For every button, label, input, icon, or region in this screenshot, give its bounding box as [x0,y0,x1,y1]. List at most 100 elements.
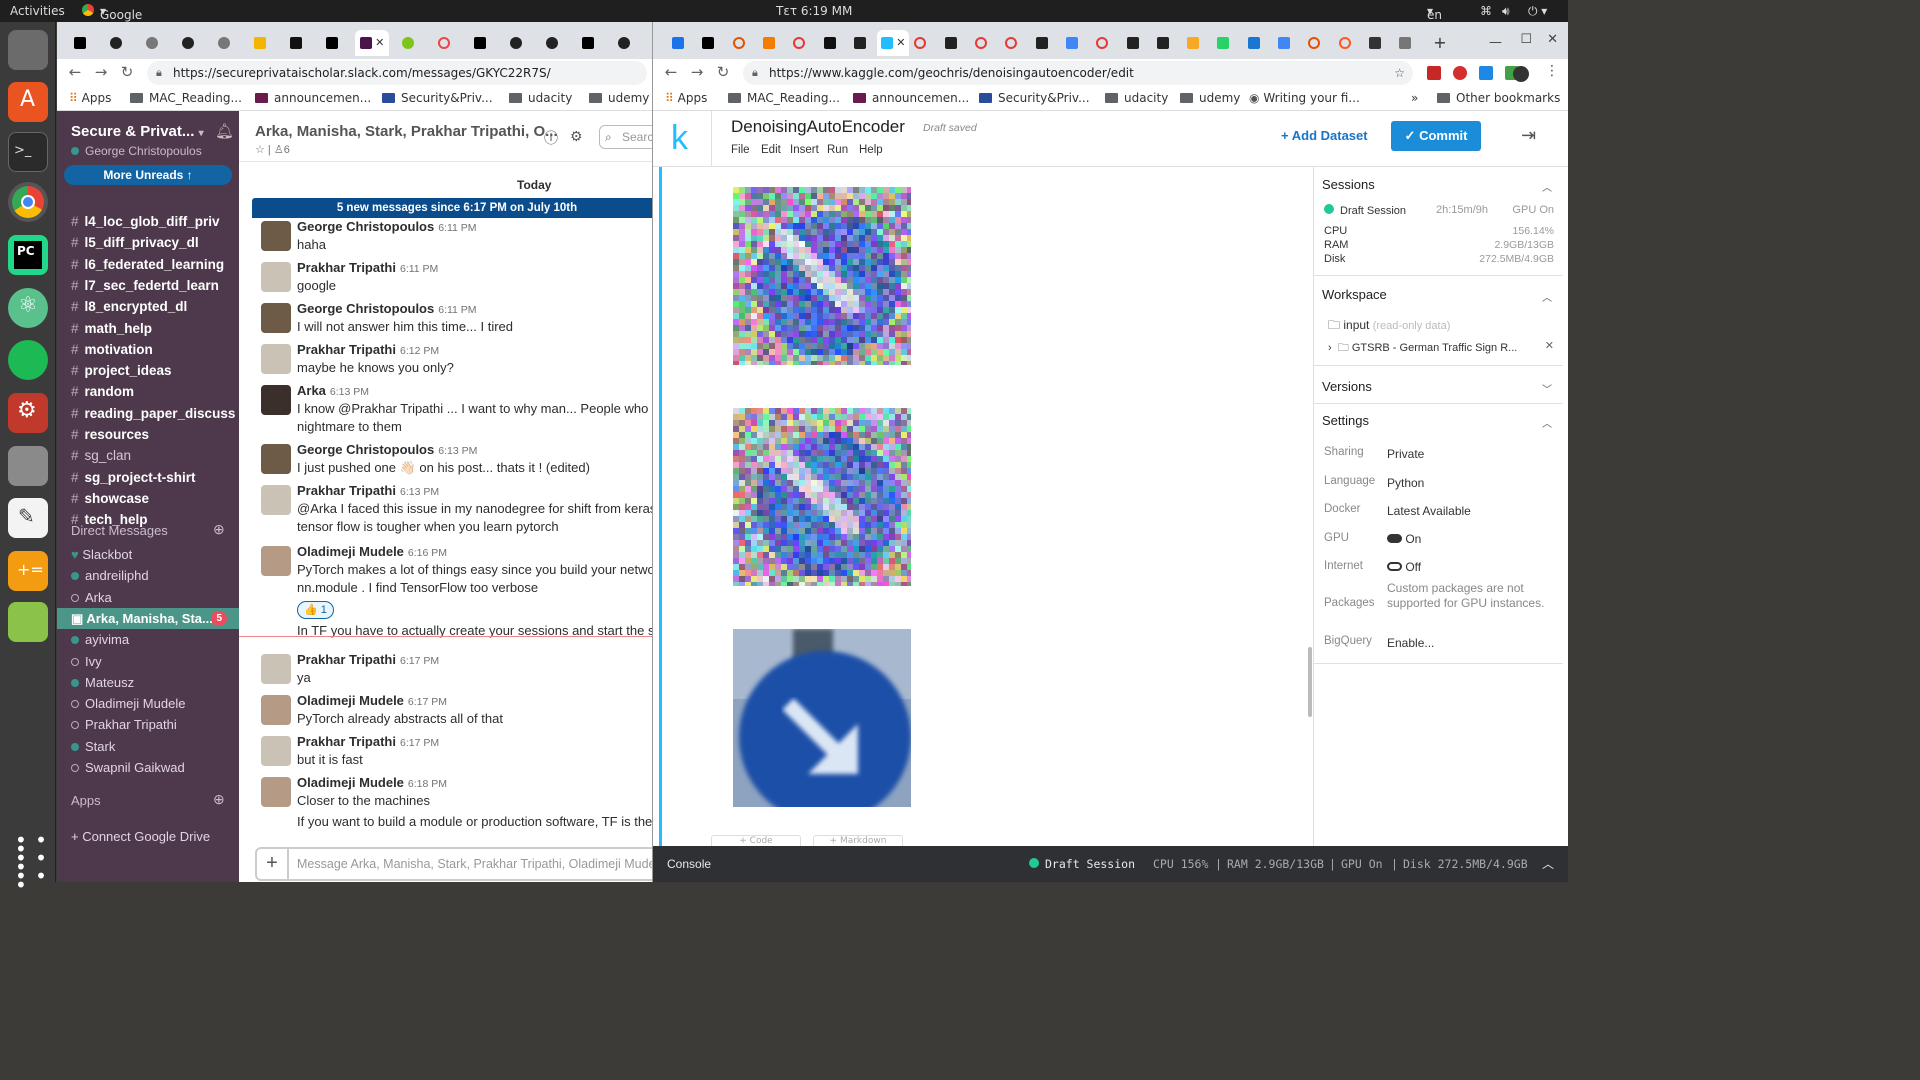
settings-header[interactable]: Settings [1322,413,1369,428]
bookmark-apps[interactable]: ⠿ Apps [665,91,707,105]
message-composer[interactable]: + Message Arka, Manisha, Stark, Prakhar … [255,847,652,881]
chevron-up-icon[interactable]: ︿ [1542,179,1552,194]
reload-icon[interactable]: ↻ [117,63,137,81]
avatar[interactable] [261,654,291,684]
tab-medium[interactable] [319,30,345,56]
channel-item[interactable]: # random [57,381,239,402]
author-name[interactable]: Prakhar Tripathi [297,734,396,749]
message-time[interactable]: 6:11 PM [438,304,476,316]
browser-tab[interactable] [1392,30,1418,56]
tab-lightning[interactable] [247,30,273,56]
minimize-icon[interactable]: — [1489,35,1502,50]
gpu-toggle[interactable]: On [1387,532,1421,546]
software-center-icon[interactable]: A [8,82,48,122]
adblock-icon[interactable] [1453,66,1467,80]
chevron-up-icon[interactable]: ︿ [1542,855,1554,872]
profile-avatar[interactable] [1513,66,1529,82]
author-name[interactable]: Prakhar Tripathi [297,342,396,357]
connect-google-drive-link[interactable]: + Connect Google Drive [71,829,210,844]
pycharm-icon[interactable]: PC [8,235,48,275]
dm-item[interactable]: ♥ Slackbot [57,544,239,565]
bell-icon[interactable]: 🔔︎ [215,122,234,140]
apps-grid-icon[interactable]: • • • • • • • • • [8,830,48,895]
chevron-down-icon[interactable]: ﹀ [1542,381,1552,396]
browser-tab[interactable] [786,30,812,56]
dm-item[interactable]: Stark [57,736,239,757]
tab-github[interactable] [503,30,529,56]
browser-tab[interactable] [1089,30,1115,56]
image-viewer-icon[interactable] [8,602,48,642]
bookmark-udacity[interactable]: udacity [509,91,572,105]
disk-icon[interactable] [8,446,48,486]
browser-tab[interactable] [1271,30,1297,56]
bigquery-enable-link[interactable]: Enable... [1387,636,1434,650]
author-name[interactable]: George Christopoulos [297,442,434,457]
add-dataset-button[interactable]: + Add Dataset [1281,128,1368,143]
author-name[interactable]: Oladimeji Mudele [297,775,404,790]
avatar[interactable] [261,385,291,415]
bookmark-udacity[interactable]: udacity [1105,91,1168,105]
attach-plus-icon[interactable]: + [257,849,289,879]
bookmark-folder[interactable]: MAC_Reading... [130,91,242,105]
browser-tab[interactable] [1210,30,1236,56]
browser-tab[interactable] [1059,30,1085,56]
console-bar[interactable]: Console Draft Session CPU 156% | RAM 2.9… [653,846,1568,882]
sharing-value[interactable]: Private [1387,447,1424,461]
message-time[interactable]: 6:13 PM [330,386,369,398]
gear-icon[interactable]: ⚙ [570,128,583,145]
atom-icon[interactable]: ⚛ [8,288,48,328]
author-name[interactable]: Oladimeji Mudele [297,544,404,559]
search-input[interactable]: ⌕Search [599,125,652,149]
close-window-icon[interactable]: ✕ [1547,32,1558,47]
members-icon[interactable]: ♙ [274,144,284,156]
console-label[interactable]: Console [667,857,711,871]
spotify-icon[interactable] [8,340,48,380]
avatar[interactable] [261,485,291,515]
message-author[interactable]: Oladimeji Mudele 6:17 PM [297,693,447,708]
dm-item[interactable]: Swapnil Gaikwad [57,757,239,778]
message-author[interactable]: Prakhar Tripathi 6:17 PM [297,652,439,667]
author-name[interactable]: Prakhar Tripathi [297,483,396,498]
chevron-up-icon[interactable]: ︿ [1542,415,1552,430]
message-time[interactable]: 6:11 PM [438,222,476,234]
tab-green[interactable] [395,30,421,56]
avatar[interactable] [261,695,291,725]
browser-tab[interactable] [726,30,752,56]
input-folder[interactable]: 🗀︎ input (read-only data) [1328,316,1450,337]
tab-medium[interactable] [67,30,93,56]
menu-edit[interactable]: Edit [761,144,781,156]
versions-header[interactable]: Versions [1322,379,1372,394]
dm-item[interactable]: Oladimeji Mudele [57,693,239,714]
message-author[interactable]: George Christopoulos 6:11 PM [297,301,477,316]
message-author[interactable]: Prakhar Tripathi 6:12 PM [297,342,439,357]
message-author[interactable]: Prakhar Tripathi 6:13 PM [297,483,439,498]
browser-tab[interactable] [695,30,721,56]
author-name[interactable]: Oladimeji Mudele [297,693,404,708]
bookmark-apps[interactable]: ⠿ Apps [69,91,111,105]
channel-item[interactable]: # motivation [57,339,239,360]
internet-toggle[interactable]: Off [1387,560,1421,574]
forward-icon[interactable]: → [687,63,707,81]
kaggle-logo[interactable]: k [671,119,688,158]
settings-icon[interactable]: ⚙ [8,393,48,433]
extension-icon[interactable] [1427,66,1441,80]
apps-header[interactable]: Apps [71,793,101,808]
clock[interactable]: Τετ 6:19 ΜΜ [776,4,852,18]
dm-item[interactable]: Ivy [57,651,239,672]
kernel-title[interactable]: DenoisingAutoEncoder [731,117,905,137]
bookmark-udemy[interactable]: udemy [1180,91,1240,105]
tab-medium[interactable] [575,30,601,56]
tab-opera[interactable] [431,30,457,56]
channel-item[interactable]: # project_ideas [57,360,239,381]
other-bookmarks[interactable]: Other bookmarks [1437,91,1560,105]
dm-item[interactable]: ▣ Arka, Manisha, Sta... 5 [57,607,239,629]
back-icon[interactable]: ← [661,63,681,81]
dm-item[interactable]: Prakhar Tripathi [57,714,239,735]
volume-icon[interactable]: 🔊︎ [1502,4,1510,19]
language-value[interactable]: Python [1387,476,1424,490]
menu-help[interactable]: Help [859,144,883,156]
channel-item[interactable]: # sg_clan [57,445,239,466]
commit-button[interactable]: ✓ Commit [1391,121,1481,151]
browser-tab[interactable] [847,30,873,56]
info-icon[interactable]: ⓘ [544,128,558,148]
